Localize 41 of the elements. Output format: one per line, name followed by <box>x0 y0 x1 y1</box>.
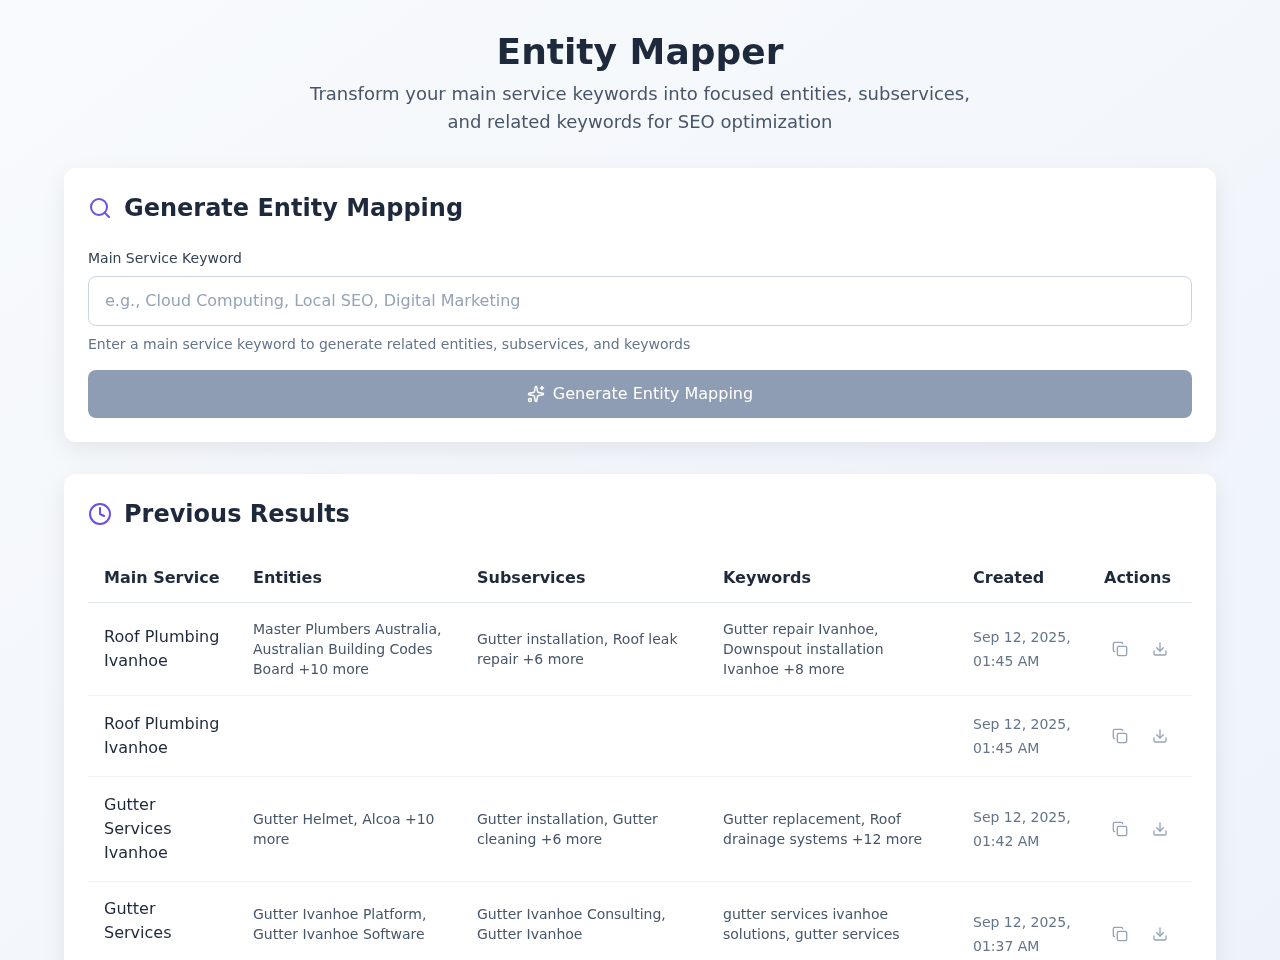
column-header: Keywords <box>707 554 957 603</box>
entities-cell-text: Gutter Helmet, Alcoa +10 more <box>253 810 436 849</box>
field-hint: Enter a main service keyword to generate related entities, subservices, and keywords <box>88 335 692 354</box>
entities-cell-text: Master Plumbers Australia, Australian Building Codes Board +10 more <box>253 620 443 679</box>
card-title: Generate Entity Mapping <box>124 193 464 224</box>
subservices-cell-text: Gutter installation, Roof leak repair +6 more <box>477 630 679 669</box>
column-header: Created <box>957 554 1088 603</box>
created-cell-text: Sep 12, 2025, 01:42 AM <box>973 808 1072 851</box>
copy-icon <box>1112 821 1128 837</box>
entities-cell-text: Gutter Ivanhoe Platform, Gutter Ivanhoe Software <box>253 905 428 944</box>
main-service-cell-text: Gutter Services <box>104 898 173 944</box>
clock-icon <box>88 502 112 526</box>
copy-icon <box>1112 728 1128 744</box>
download-icon <box>1152 728 1168 744</box>
page-title: Entity Mapper <box>495 32 785 72</box>
created-cell-text: Sep 12, 2025, 01:45 AM <box>973 715 1072 758</box>
page-subtitle: Transform your main service keywords into focused entities, subservices, and related keywords for SEO optimization <box>309 82 971 134</box>
main-service-cell-text: Roof Plumbing Ivanhoe <box>104 713 221 759</box>
keywords-cell-text: Gutter repair Ivanhoe, Downspout installation Ivanhoe +8 more <box>723 620 885 679</box>
download-icon <box>1152 925 1168 942</box>
column-header: Actions <box>1088 554 1192 603</box>
created-cell-text: Sep 12, 2025, 01:37 AM <box>973 912 1072 956</box>
search-icon <box>88 196 112 220</box>
keyword-input[interactable]: e.g., Cloud Computing, Local SEO, Digital Marketing <box>88 276 1192 326</box>
sparkle-icon <box>526 385 545 403</box>
keywords-cell-text: Gutter replacement, Roof drainage systems +12 more <box>723 810 924 849</box>
column-header: Subservices <box>461 554 707 603</box>
keywords-cell-text: gutter services ivanhoe solutions, gutter services <box>723 905 901 944</box>
main-service-cell-text: Gutter Services Ivanhoe <box>104 794 173 864</box>
column-header: Main Service <box>88 554 237 603</box>
download-icon <box>1152 821 1168 837</box>
copy-icon <box>1112 925 1128 942</box>
download-icon <box>1152 641 1168 657</box>
field-label: Main Service Keyword <box>88 249 243 268</box>
card-title: Previous Results <box>124 499 350 530</box>
subservices-cell-text: Gutter installation, Gutter cleaning +6 more <box>477 810 659 849</box>
subservices-cell-text: Gutter Ivanhoe Consulting, Gutter Ivanhoe <box>477 905 667 944</box>
copy-icon <box>1112 641 1128 657</box>
main-service-cell-text: Roof Plumbing Ivanhoe <box>104 626 221 672</box>
created-cell-text: Sep 12, 2025, 01:45 AM <box>973 628 1072 671</box>
column-header: Entities <box>237 554 461 603</box>
